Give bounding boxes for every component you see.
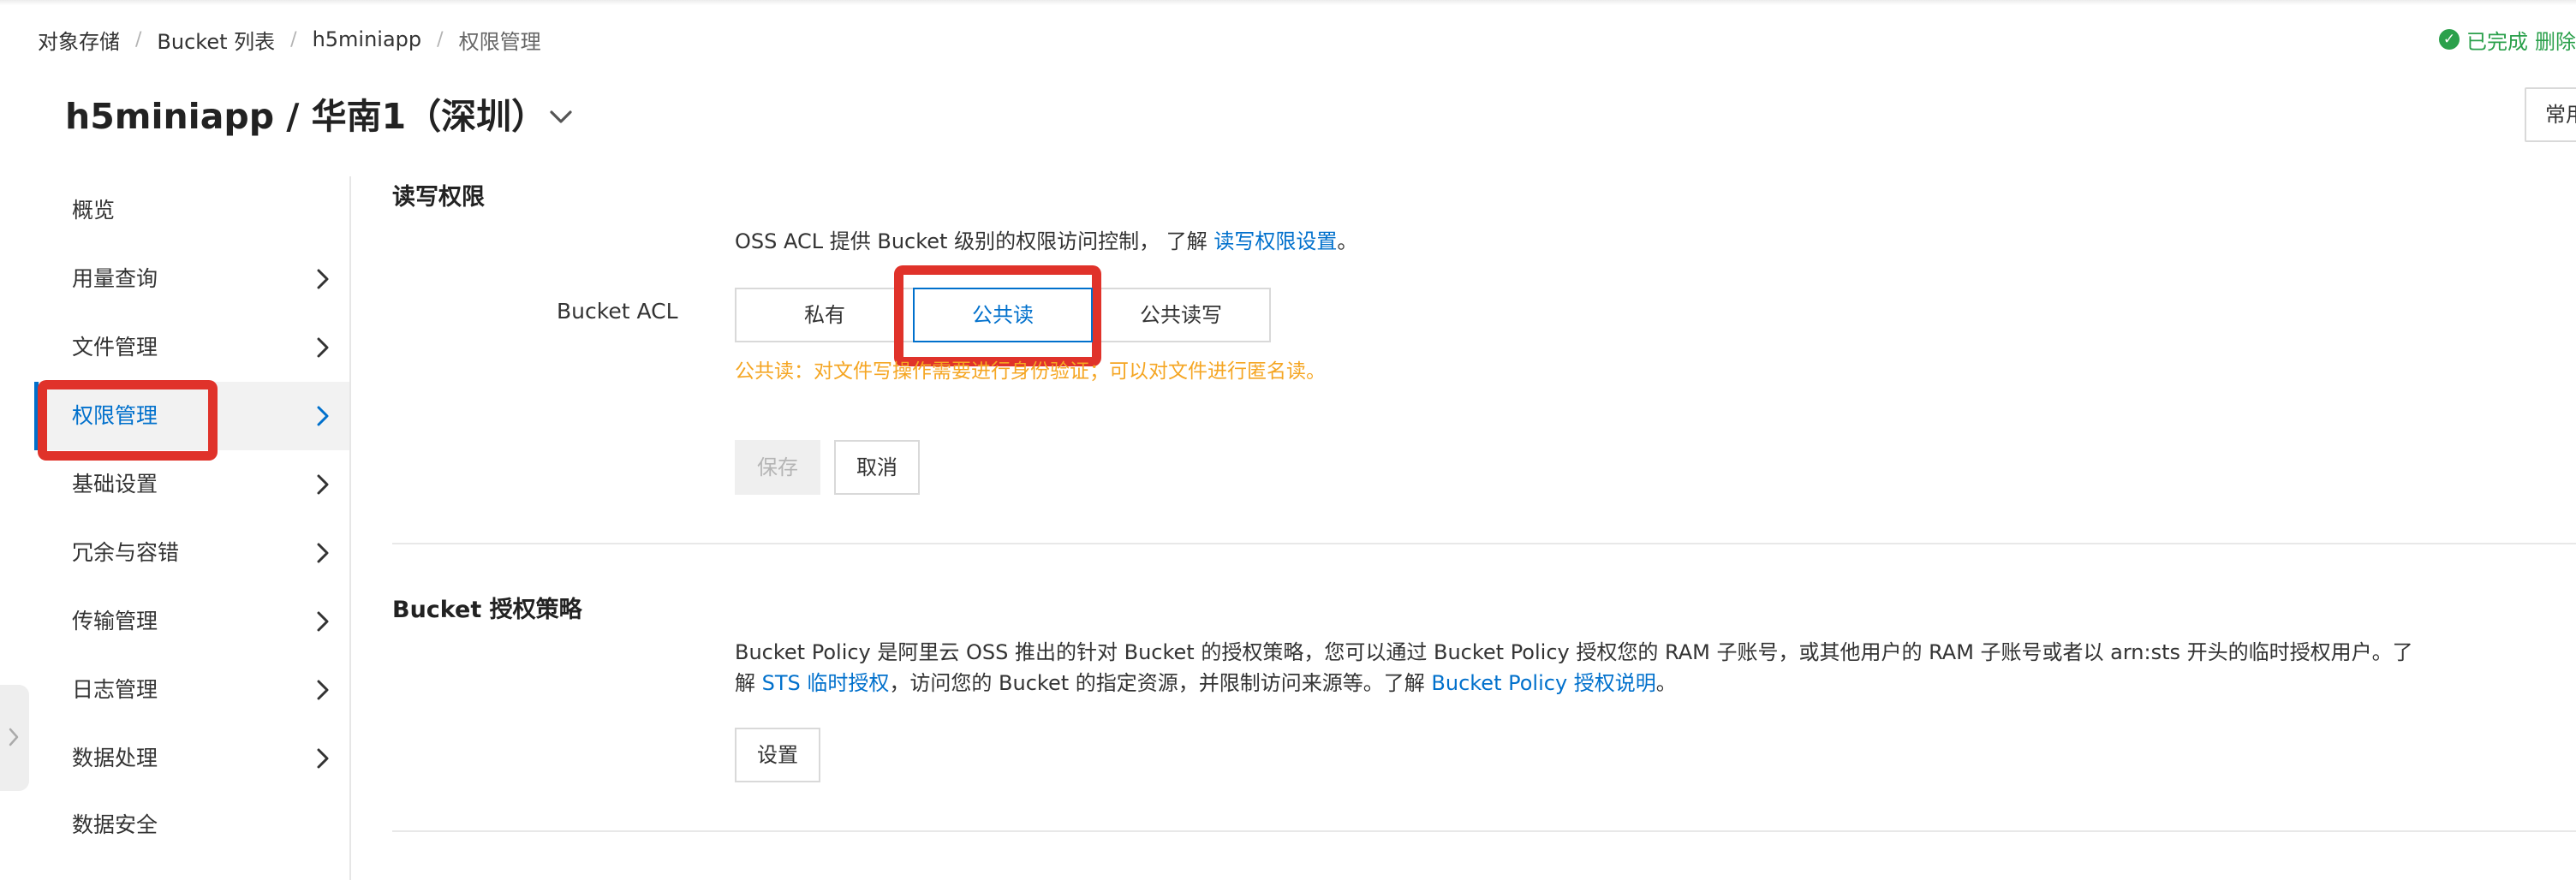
- bucket-policy-link[interactable]: Bucket Policy 授权说明: [1431, 671, 1655, 695]
- sidebar-item-label: 传输管理: [72, 609, 158, 633]
- acl-description: OSS ACL 提供 Bucket 级别的权限访问控制， 了解 读写权限设置。: [735, 226, 1357, 257]
- breadcrumb-separator: /: [437, 28, 444, 51]
- sidebar-item-data-security[interactable]: 数据安全: [34, 791, 349, 859]
- acl-radio-group: 私有 公共读 公共读写: [735, 288, 1271, 342]
- breadcrumb-oss[interactable]: 对象存储: [38, 25, 120, 55]
- breadcrumb-current: 权限管理: [458, 29, 541, 54]
- chevron-right-icon: [317, 337, 329, 358]
- settings-button[interactable]: 设置: [735, 728, 820, 782]
- sidebar-item-label: 概览: [72, 198, 116, 223]
- policy-section-title: Bucket 授权策略: [392, 597, 582, 623]
- check-circle-icon: ✓: [2439, 29, 2460, 50]
- section-divider: [392, 543, 2576, 544]
- top-edge: [0, 0, 2576, 5]
- acl-option-public-read-write[interactable]: 公共读写: [1091, 288, 1271, 342]
- chevron-right-icon: [317, 543, 329, 563]
- status-indicator: ✓ 已完成 删除: [2439, 25, 2576, 55]
- sidebar-item-files[interactable]: 文件管理: [34, 313, 349, 382]
- acl-settings-link[interactable]: 读写权限设置: [1213, 229, 1337, 253]
- breadcrumb-bucket-list[interactable]: Bucket 列表: [157, 25, 275, 55]
- breadcrumb-separator: /: [290, 28, 297, 51]
- acl-description-suffix: 。: [1337, 229, 1358, 253]
- annotation-highlight-sidebar: [38, 380, 218, 461]
- acl-option-public-read[interactable]: 公共读: [913, 288, 1093, 342]
- breadcrumb-separator: /: [135, 28, 142, 51]
- acl-description-text: OSS ACL 提供 Bucket 级别的权限访问控制， 了解: [735, 229, 1214, 253]
- sidebar-item-logs[interactable]: 日志管理: [34, 656, 349, 724]
- sidebar-item-overview[interactable]: 概览: [34, 176, 349, 245]
- acl-hint: 公共读：对文件写操作需要进行身份验证；可以对文件进行匿名读。: [735, 360, 1326, 383]
- chevron-right-icon: [317, 611, 329, 632]
- sidebar-item-data-processing[interactable]: 数据处理: [34, 724, 349, 793]
- sidebar-item-label: 数据安全: [72, 812, 158, 837]
- section-divider: [392, 830, 2576, 832]
- sidebar-item-basic-settings[interactable]: 基础设置: [34, 450, 349, 519]
- sidebar-item-label: 日志管理: [72, 677, 158, 702]
- acl-option-private[interactable]: 私有: [735, 288, 915, 342]
- common-button[interactable]: 常用: [2525, 87, 2576, 142]
- policy-description-line2: 解 STS 临时授权，访问您的 Bucket 的指定资源，并限制访问来源等。了解…: [735, 668, 1677, 699]
- sidebar-item-usage[interactable]: 用量查询: [34, 245, 349, 313]
- acl-section-title: 读写权限: [392, 184, 485, 211]
- policy-description-suffix: 。: [1655, 671, 1677, 695]
- sidebar-divider: [349, 176, 351, 880]
- sidebar-item-label: 基础设置: [72, 472, 158, 496]
- sidebar-collapse-toggle[interactable]: [0, 685, 29, 791]
- chevron-right-icon: [317, 406, 329, 426]
- chevron-down-icon[interactable]: [546, 103, 575, 132]
- bucket-acl-label: Bucket ACL: [557, 299, 678, 324]
- policy-description-middle: ，访问您的 Bucket 的指定资源，并限制访问来源等。了解: [889, 671, 1432, 695]
- policy-description-line1: Bucket Policy 是阿里云 OSS 推出的针对 Bucket 的授权策…: [735, 640, 2413, 664]
- chevron-right-icon: [317, 269, 329, 289]
- policy-description-prefix: 解: [735, 671, 762, 695]
- sts-link[interactable]: STS 临时授权: [762, 671, 890, 695]
- breadcrumb-bucket[interactable]: h5miniapp: [313, 27, 422, 51]
- chevron-right-icon: [317, 748, 329, 769]
- sidebar-item-label: 数据处理: [72, 746, 158, 770]
- breadcrumb: 对象存储 / Bucket 列表 / h5miniapp / 权限管理: [38, 25, 541, 55]
- chevron-right-icon: [317, 474, 329, 495]
- sidebar-item-label: 用量查询: [72, 266, 158, 291]
- chevron-right-icon: [317, 680, 329, 700]
- sidebar-item-redundancy[interactable]: 冗余与容错: [34, 519, 349, 587]
- sidebar-item-label: 文件管理: [72, 335, 158, 360]
- sidebar-item-transfer[interactable]: 传输管理: [34, 587, 349, 656]
- page-title: h5miniapp / 华南1（深圳）: [65, 96, 547, 137]
- status-extra[interactable]: 删除: [2535, 25, 2576, 55]
- cancel-button[interactable]: 取消: [834, 440, 920, 495]
- status-text: 已完成: [2466, 29, 2528, 54]
- chevron-right-icon: [9, 728, 19, 746]
- save-button[interactable]: 保存: [735, 440, 820, 495]
- sidebar-item-label: 冗余与容错: [72, 540, 180, 565]
